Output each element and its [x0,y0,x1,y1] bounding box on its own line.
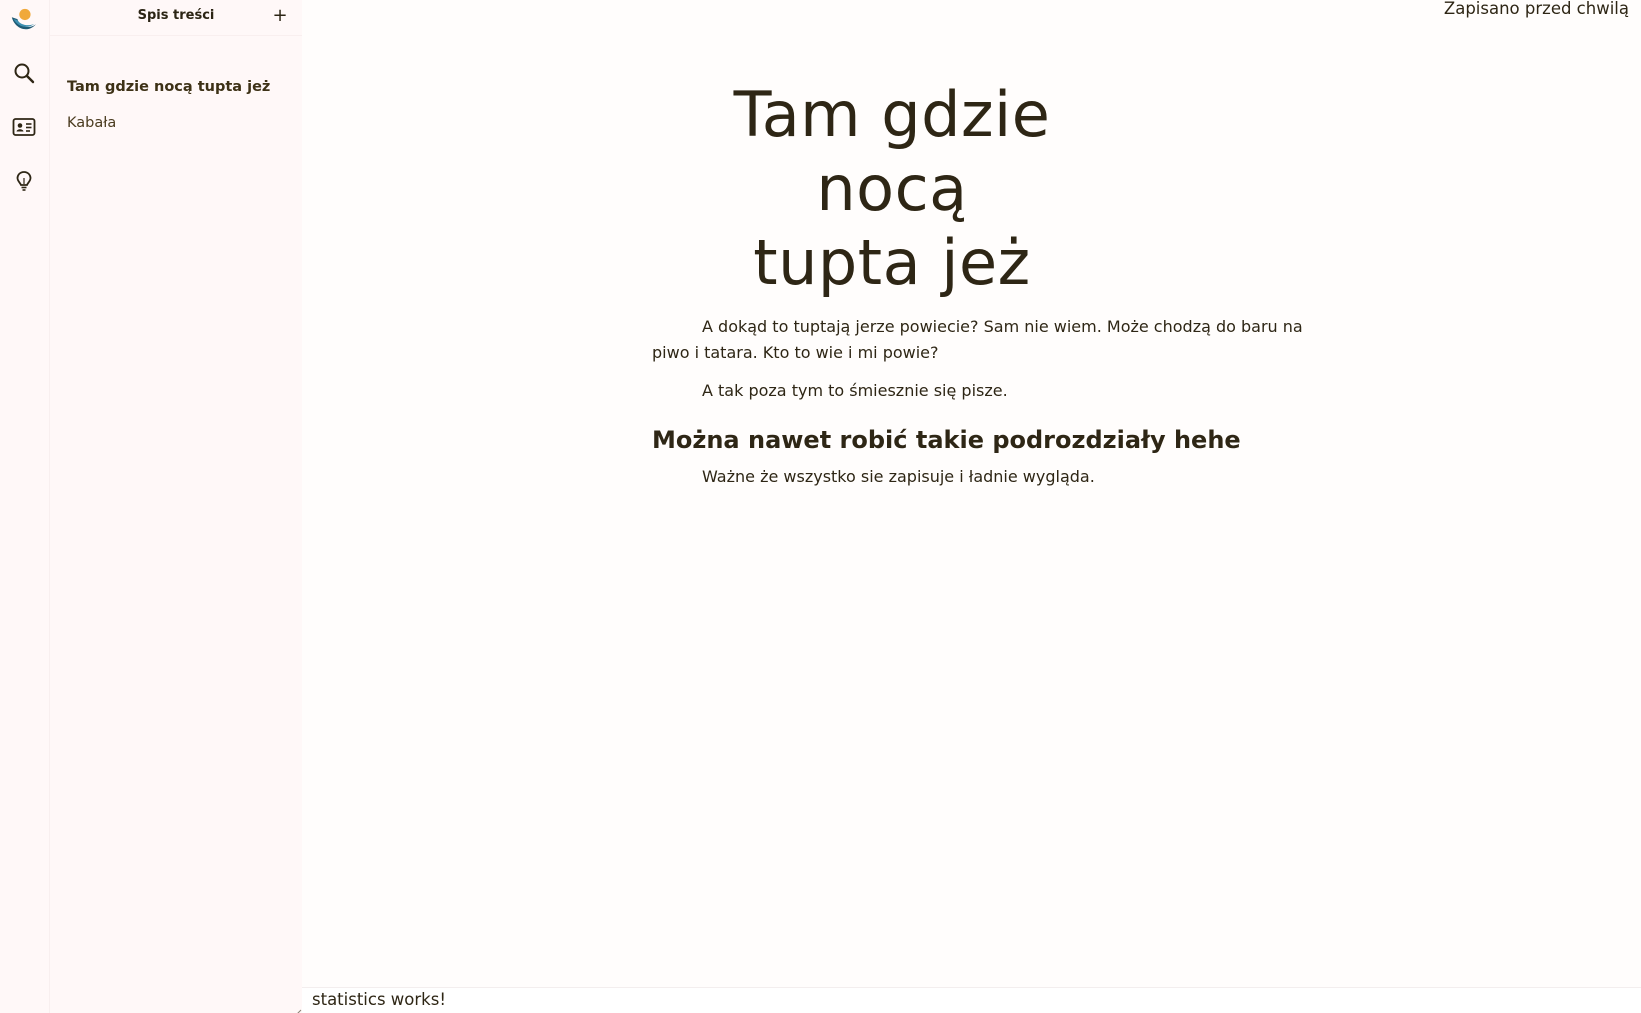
paragraph[interactable]: A tak poza tym to śmiesznie się pisze. [652,378,1312,404]
add-document-button[interactable]: + [270,5,290,26]
toc-item-tam-gdzie-noca-tupta-jez[interactable]: Tam gdzie nocą tupta jeż [67,76,292,112]
toc-list: Tam gdzie nocą tupta jeż Kabała [67,76,292,148]
status-bar-text: statistics works! [312,990,446,1009]
section-heading[interactable]: Można nawet robić takie podrozdziały heh… [652,424,1312,456]
document-title-line-2: tupta jeż [753,226,1031,299]
sidebar-header: Spis treści + [50,0,302,36]
lightbulb-icon[interactable] [9,166,39,196]
contact-card-icon[interactable] [9,112,39,142]
document-title[interactable]: Tam gdzie nocą tupta jeż [692,78,1092,300]
app-logo-icon[interactable] [9,6,39,36]
search-icon[interactable] [9,58,39,88]
table-of-contents-sidebar: Spis treści + Tam gdzie nocą tupta jeż K… [50,0,302,1013]
sidebar-title: Spis treści [137,8,215,23]
editor-main: Zapisano przed chwilą Tam gdzie nocą tup… [302,0,1641,1013]
toc-item-kabala[interactable]: Kabała [67,112,292,148]
app-window: Spis treści + Tam gdzie nocą tupta jeż K… [0,0,1641,1013]
sidebar-resize-handle[interactable] [292,1003,302,1013]
paragraph[interactable]: Ważne że wszystko sie zapisuje i ładnie … [652,464,1312,490]
status-bar: statistics works! [302,987,1641,1013]
document-body[interactable]: A dokąd to tuptają jerze powiecie? Sam n… [652,314,1312,502]
paragraph[interactable]: A dokąd to tuptają jerze powiecie? Sam n… [652,314,1312,366]
document-title-line-1: Tam gdzie nocą [733,78,1051,225]
save-status: Zapisano przed chwilą [1443,0,1629,18]
icon-rail [0,0,50,1013]
